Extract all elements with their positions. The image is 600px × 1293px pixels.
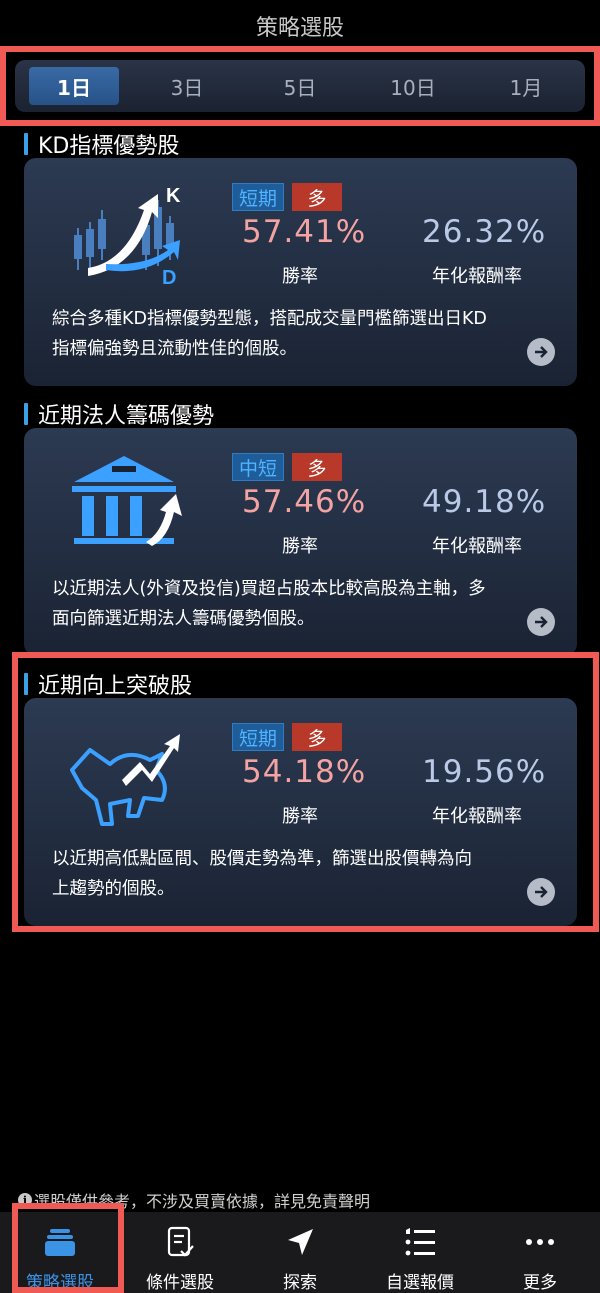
period-tab-3d[interactable]: 3日 (142, 67, 232, 105)
strategy-card-kd[interactable]: K D 短期 多 57.41% 勝率 26.32% 年化報酬率 綜合多種KD指標… (24, 158, 577, 386)
arrow-right-icon[interactable] (527, 338, 555, 366)
annual-return-value: 26.32% (422, 214, 547, 250)
strategy-title-kd: KD指標優勢股 (24, 128, 179, 160)
description-line: 指標偏強勢且流動性佳的個股。 (52, 339, 297, 359)
annual-return-label: 年化報酬率 (432, 536, 522, 557)
strategy-title-text: KD指標優勢股 (38, 134, 180, 159)
description-line: 上趨勢的個股。 (52, 879, 175, 899)
strategy-title-text: 近期法人籌碼優勢 (38, 404, 215, 429)
annual-return-value: 49.18% (422, 484, 547, 520)
checklist-doc-icon (162, 1224, 198, 1260)
kd-chart-icon: K D (66, 180, 196, 290)
period-tab-10d[interactable]: 10日 (368, 67, 458, 105)
bull-icon (66, 720, 196, 830)
description-line: 綜合多種KD指標優勢型態，搭配成交量門檻篩選出日KD (52, 309, 487, 329)
info-icon: i (18, 1193, 32, 1207)
period-selector: 1日 3日 5日 10日 1月 (15, 60, 585, 112)
strategy-title-breakout: 近期向上突破股 (24, 668, 192, 700)
annual-return-label: 年化報酬率 (432, 806, 522, 827)
strategy-title-institutional: 近期法人籌碼優勢 (24, 398, 214, 430)
strategy-description: 綜合多種KD指標優勢型態，搭配成交量門檻篩選出日KD 指標偏強勢且流動性佳的個股… (52, 304, 532, 364)
nav-explore[interactable]: 探索 (240, 1212, 360, 1293)
page-title: 策略選股 (255, 16, 344, 41)
nav-label: 自選報價 (386, 1273, 454, 1293)
nav-label: 探索 (283, 1273, 317, 1293)
direction-badge: 多 (292, 723, 342, 751)
nav-condition-picks[interactable]: 條件選股 (120, 1212, 240, 1293)
more-dots-icon (522, 1224, 558, 1260)
term-badge: 中短 (232, 453, 285, 481)
strategy-description: 以近期高低點區間、股價走勢為準，篩選出股價轉為向 上趨勢的個股。 (52, 844, 532, 904)
annual-return-label: 年化報酬率 (432, 266, 522, 287)
description-line: 以近期高低點區間、股價走勢為準，篩選出股價轉為向 (52, 849, 472, 869)
term-badge: 短期 (232, 723, 285, 751)
term-badge: 短期 (232, 183, 285, 211)
win-rate-label: 勝率 (282, 806, 318, 827)
bank-icon (66, 450, 196, 560)
win-rate-label: 勝率 (282, 536, 318, 557)
disclaimer-text: 選股僅供參考，不涉及買賣依據，詳見免責聲明 (34, 1192, 371, 1211)
strategy-card-breakout[interactable]: 短期 多 54.18% 勝率 19.56% 年化報酬率 以近期高低點區間、股價走… (24, 698, 577, 926)
nav-strategy-picks[interactable]: 策略選股 (0, 1212, 120, 1293)
win-rate-value: 57.41% (242, 214, 367, 250)
nav-label: 條件選股 (146, 1273, 214, 1293)
period-tab-1m[interactable]: 1月 (481, 67, 571, 105)
description-line: 以近期法人(外資及投信)買超占股本比較高股為主軸，多 (52, 579, 486, 599)
annual-return-value: 19.56% (422, 754, 547, 790)
win-rate-value: 54.18% (242, 754, 367, 790)
strategy-title-text: 近期向上突破股 (38, 674, 193, 699)
win-rate-label: 勝率 (282, 266, 318, 287)
arrow-right-icon[interactable] (527, 608, 555, 636)
period-tab-5d[interactable]: 5日 (255, 67, 345, 105)
arrow-right-icon[interactable] (527, 878, 555, 906)
nav-label: 策略選股 (26, 1273, 94, 1293)
strategy-description: 以近期法人(外資及投信)買超占股本比較高股為主軸，多 面向篩選近期法人籌碼優勢個… (52, 574, 532, 634)
description-line: 面向篩選近期法人籌碼優勢個股。 (52, 609, 315, 629)
bottom-nav: 策略選股 條件選股 探索 自選報價 更多 (0, 1212, 600, 1293)
navigation-arrow-icon (282, 1224, 318, 1260)
svg-text:K: K (166, 185, 181, 207)
period-tab-1d[interactable]: 1日 (29, 67, 119, 105)
nav-watchlist[interactable]: 自選報價 (360, 1212, 480, 1293)
svg-text:D: D (162, 267, 176, 289)
stack-icon (42, 1224, 78, 1260)
direction-badge: 多 (292, 453, 342, 481)
win-rate-value: 57.46% (242, 484, 367, 520)
list-icon (402, 1224, 438, 1260)
direction-badge: 多 (292, 183, 342, 211)
disclaimer[interactable]: i 選股僅供參考，不涉及買賣依據，詳見免責聲明 (18, 1188, 370, 1212)
nav-more[interactable]: 更多 (480, 1212, 600, 1293)
nav-label: 更多 (523, 1273, 557, 1293)
strategy-card-institutional[interactable]: 中短 多 57.46% 勝率 49.18% 年化報酬率 以近期法人(外資及投信)… (24, 428, 577, 656)
